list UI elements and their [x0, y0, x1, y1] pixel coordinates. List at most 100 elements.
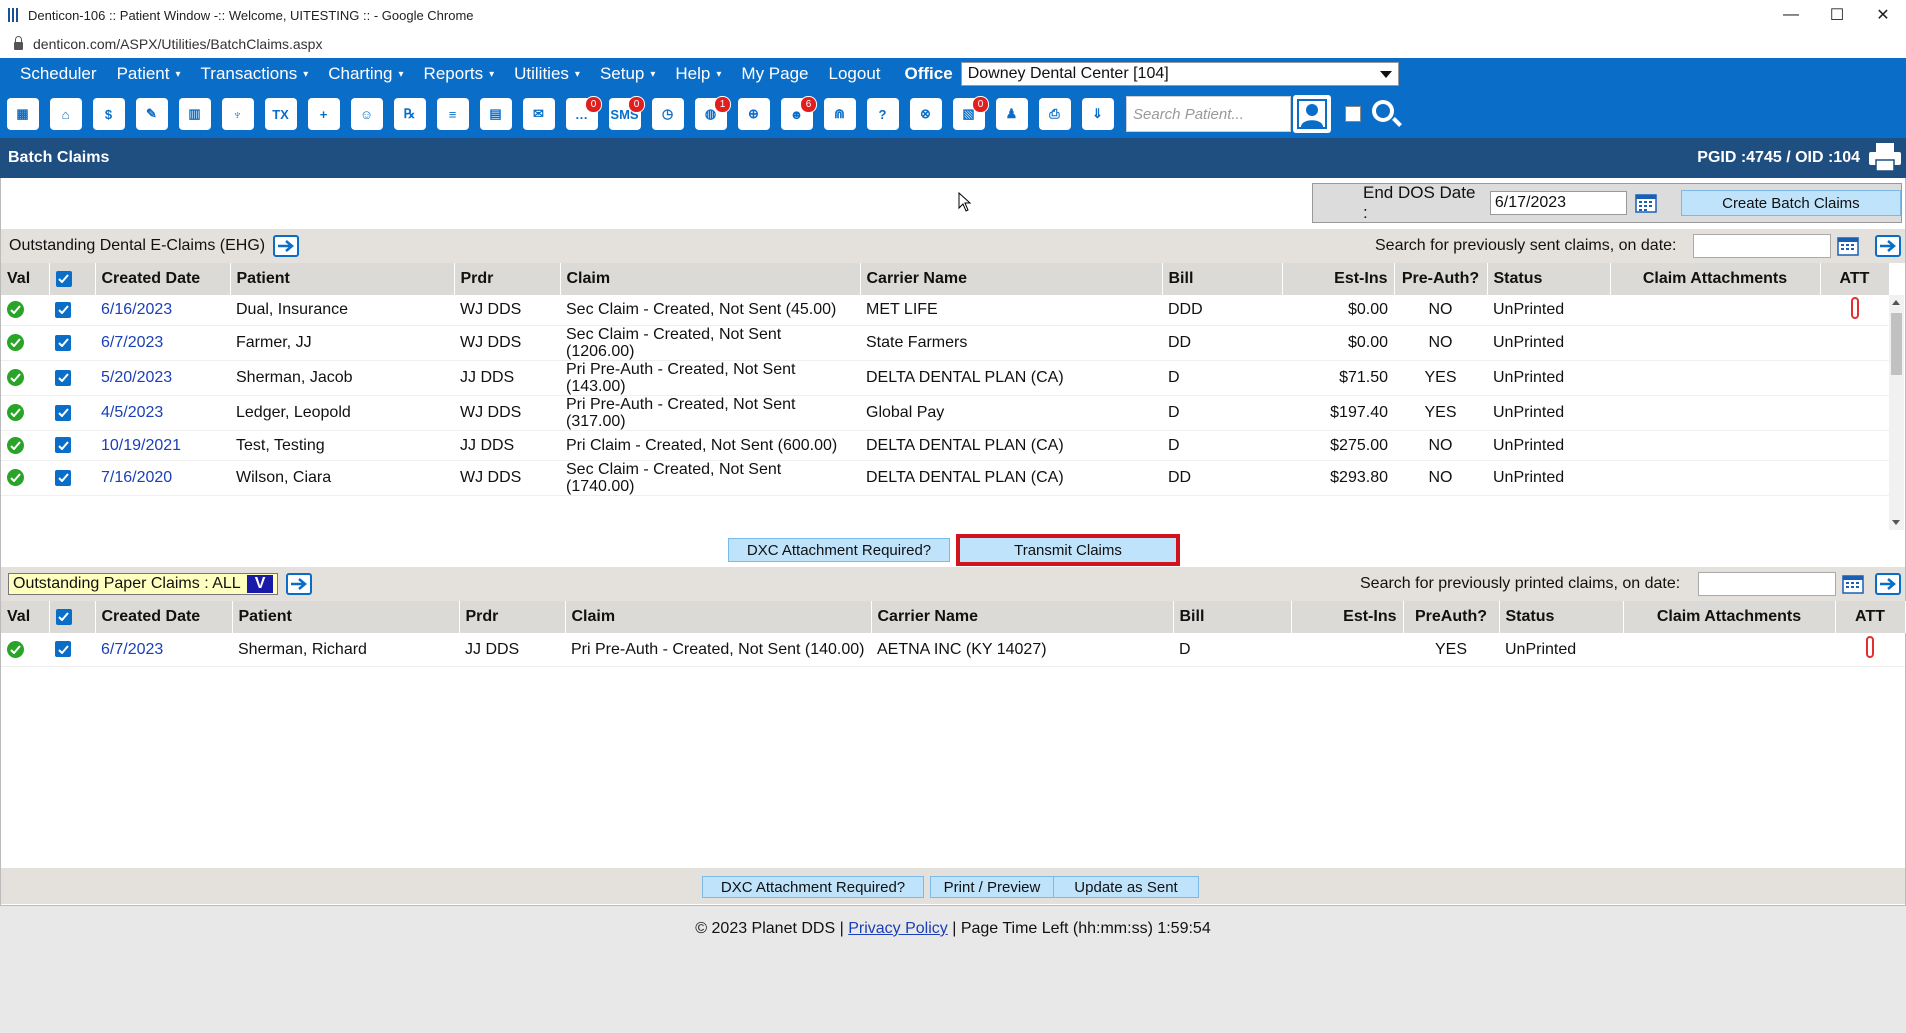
patient-search-icon[interactable] [1293, 95, 1331, 133]
select-all-checkbox[interactable] [55, 270, 72, 287]
column-header[interactable]: Created Date [95, 263, 231, 295]
column-header[interactable]: Claim [560, 263, 861, 295]
tooth-icon[interactable]: ♆ [219, 94, 256, 134]
row-checkbox[interactable] [55, 404, 71, 421]
created-date-link[interactable]: 6/16/2023 [95, 295, 230, 326]
column-header[interactable]: Patient [232, 601, 460, 633]
table-row[interactable]: 10/19/2021 Test, Testing JJ DDS Pri Claim -… [1, 430, 1889, 461]
column-header[interactable]: Pre-Auth? [1394, 263, 1488, 295]
paper-search-date-input[interactable] [1698, 572, 1836, 596]
office-select[interactable]: Downey Dental Center [104] [960, 62, 1399, 86]
menu-item-patient[interactable]: Patient ▾ [107, 64, 191, 84]
advanced-search-icon[interactable] [1367, 94, 1404, 134]
paperclip-icon[interactable] [1850, 296, 1859, 319]
column-header[interactable]: Status [1487, 263, 1611, 295]
scroll-up-icon[interactable] [1892, 300, 1900, 305]
column-header[interactable]: Claim Attachments [1623, 601, 1836, 633]
tx-icon[interactable]: TX [262, 94, 299, 134]
menu-item-transactions[interactable]: Transactions ▾ [191, 64, 319, 84]
globe-icon[interactable]: ⊕ [735, 94, 772, 134]
table-row[interactable]: 6/16/2023 Dual, Insurance WJ DDS Sec Claim … [1, 295, 1889, 326]
row-checkbox[interactable] [55, 334, 71, 351]
row-checkbox[interactable] [55, 641, 71, 658]
column-header[interactable] [49, 263, 96, 295]
help-tooth-icon[interactable]: ? [864, 94, 901, 134]
column-header[interactable]: Est-Ins [1291, 601, 1404, 633]
column-header[interactable]: Claim [565, 601, 872, 633]
rx-icon[interactable]: ℞ [391, 94, 428, 134]
eclaims-dxc-attachment-button[interactable]: DXC Attachment Required? [728, 538, 950, 562]
add-patient-icon[interactable]: + [305, 94, 342, 134]
transmit-claims-button[interactable]: Transmit Claims [956, 534, 1180, 566]
menu-item-logout[interactable]: Logout [819, 64, 891, 84]
created-date-link[interactable]: 6/7/2023 [95, 633, 232, 667]
download-icon[interactable]: ⇓ [1079, 94, 1116, 134]
web-icon[interactable]: ⊗ [907, 94, 944, 134]
column-header[interactable]: Carrier Name [860, 263, 1163, 295]
document-icon[interactable]: ▤ [477, 94, 514, 134]
row-checkbox[interactable] [55, 469, 71, 486]
paper-calendar-icon[interactable] [1842, 574, 1864, 594]
mail-icon[interactable]: ✉ [520, 94, 557, 134]
menu-item-setup[interactable]: Setup ▾ [590, 64, 665, 84]
update-as-sent-button[interactable]: Update as Sent [1053, 876, 1199, 898]
menu-item-charting[interactable]: Charting ▾ [318, 64, 413, 84]
table-row[interactable]: 7/16/2020 Wilson, Ciara WJ DDS Sec Claim - … [1, 460, 1889, 496]
privacy-policy-link[interactable]: Privacy Policy [848, 920, 948, 937]
row-checkbox[interactable] [55, 301, 71, 318]
menu-item-scheduler[interactable]: Scheduler [0, 64, 107, 84]
pencil-icon[interactable]: ✎ [133, 94, 170, 134]
address-bar[interactable]: denticon.com/ASPX/Utilities/BatchClaims.… [0, 30, 1906, 59]
column-header[interactable]: Carrier Name [871, 601, 1174, 633]
paper-filter-select[interactable]: V [246, 575, 274, 593]
notes-icon[interactable]: ≡ [434, 94, 471, 134]
maximize-button[interactable]: ☐ [1814, 0, 1860, 30]
column-header[interactable]: PreAuth? [1403, 601, 1500, 633]
column-header[interactable]: Created Date [95, 601, 233, 633]
minimize-button[interactable]: — [1768, 0, 1814, 30]
perio-icon[interactable]: ⋒ [821, 94, 858, 134]
column-header[interactable]: ATT [1820, 263, 1890, 295]
sms-icon[interactable]: SMS 0 [606, 94, 645, 134]
search-patient-input[interactable]: Search Patient... [1126, 96, 1291, 132]
menu-item-help[interactable]: Help ▾ [665, 64, 731, 84]
eclaims-arrow-right-icon[interactable] [273, 235, 300, 257]
column-header[interactable]: Patient [230, 263, 455, 295]
column-header[interactable] [49, 601, 96, 633]
end-dos-date-input[interactable]: 6/17/2023 [1489, 191, 1627, 215]
tooth-chart-icon[interactable]: ▥ [176, 94, 213, 134]
print-icon[interactable]: ⎙ [1036, 94, 1073, 134]
column-header[interactable]: Prdr [459, 601, 566, 633]
created-date-link[interactable]: 4/5/2023 [95, 395, 230, 431]
eclaims-scrollbar[interactable] [1889, 295, 1904, 530]
reminder-icon[interactable]: ☻ 6 [778, 94, 817, 134]
family-icon[interactable]: ☺ [348, 94, 385, 134]
toolbar-checkbox[interactable] [1345, 106, 1361, 122]
table-row[interactable]: 5/20/2023 Sherman, Jacob JJ DDS Pri Pre-Aut… [1, 360, 1889, 396]
paper-dxc-attachment-button[interactable]: DXC Attachment Required? [702, 876, 924, 898]
printer-icon[interactable] [1868, 142, 1902, 172]
clock-icon[interactable]: ◷ [649, 94, 686, 134]
column-header[interactable]: Val [1, 263, 50, 295]
created-date-link[interactable]: 7/16/2020 [95, 460, 230, 496]
column-header[interactable]: Bill [1173, 601, 1292, 633]
column-header[interactable]: Prdr [454, 263, 561, 295]
menu-item-utilities[interactable]: Utilities ▾ [504, 64, 590, 84]
url-text[interactable]: denticon.com/ASPX/Utilities/BatchClaims.… [33, 36, 322, 52]
group-icon[interactable]: ♟ [993, 94, 1030, 134]
scroll-down-icon[interactable] [1892, 520, 1900, 525]
close-button[interactable]: ✕ [1860, 0, 1906, 30]
column-header[interactable]: Est-Ins [1282, 263, 1395, 295]
message-icon[interactable]: … 0 [563, 94, 602, 134]
eclaims-search-go-icon[interactable] [1875, 235, 1901, 257]
column-header[interactable]: Status [1499, 601, 1624, 633]
claims-icon[interactable]: ▧ 0 [950, 94, 989, 134]
table-row[interactable]: 6/7/2023 Sherman, Richard JJ DDS Pri Pre-Au… [1, 633, 1905, 667]
row-checkbox[interactable] [55, 369, 71, 386]
created-date-link[interactable]: 6/7/2023 [95, 325, 230, 361]
create-batch-claims-button[interactable]: Create Batch Claims [1680, 190, 1901, 216]
column-header[interactable]: ATT [1835, 601, 1906, 633]
calendar-icon[interactable] [1635, 193, 1657, 213]
paper-search-go-icon[interactable] [1875, 573, 1901, 595]
paper-arrow-right-icon[interactable] [286, 573, 313, 595]
